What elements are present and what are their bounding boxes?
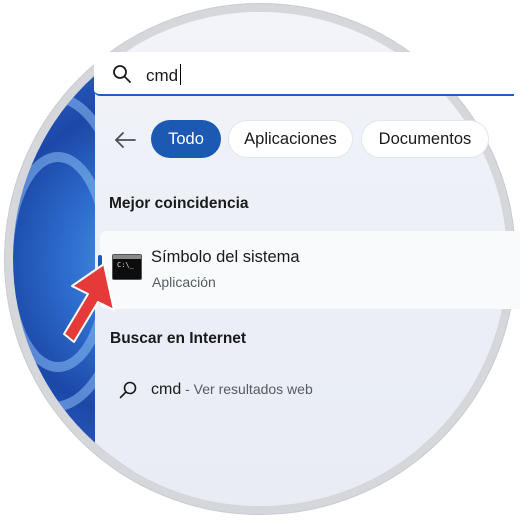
web-search-text: cmd - Ver resultados web <box>151 381 313 399</box>
filter-chip-aplicaciones[interactable]: Aplicaciones <box>228 120 353 158</box>
text-caret <box>180 64 182 85</box>
best-match-heading: Mejor coincidencia <box>109 195 249 212</box>
result-app-type: Aplicación <box>152 274 216 290</box>
back-arrow-icon[interactable] <box>113 128 137 152</box>
best-match-result[interactable] <box>100 231 520 309</box>
filter-chip-todo[interactable]: Todo <box>151 120 221 158</box>
search-query-text: cmd <box>146 66 179 85</box>
search-icon <box>119 381 137 399</box>
icon-glyph: C:\_ <box>117 261 134 269</box>
result-app-name: Símbolo del sistema <box>151 248 300 266</box>
pointer-arrow-icon <box>63 263 115 343</box>
command-prompt-icon: C:\_ <box>112 254 142 280</box>
web-hint: - Ver resultados web <box>181 381 313 397</box>
web-search-heading: Buscar en Internet <box>110 330 247 347</box>
magnified-screenshot: cmd Todo Aplicaciones Documentos Mejor c… <box>0 0 520 520</box>
web-query: cmd <box>151 381 182 398</box>
search-box[interactable]: cmd <box>94 52 514 96</box>
search-icon <box>113 65 131 83</box>
filter-chip-documentos[interactable]: Documentos <box>361 120 489 158</box>
search-input[interactable]: cmd <box>146 64 182 86</box>
chip-label: Todo <box>168 129 204 148</box>
chip-label: Aplicaciones <box>244 129 337 148</box>
chip-label: Documentos <box>378 129 472 148</box>
